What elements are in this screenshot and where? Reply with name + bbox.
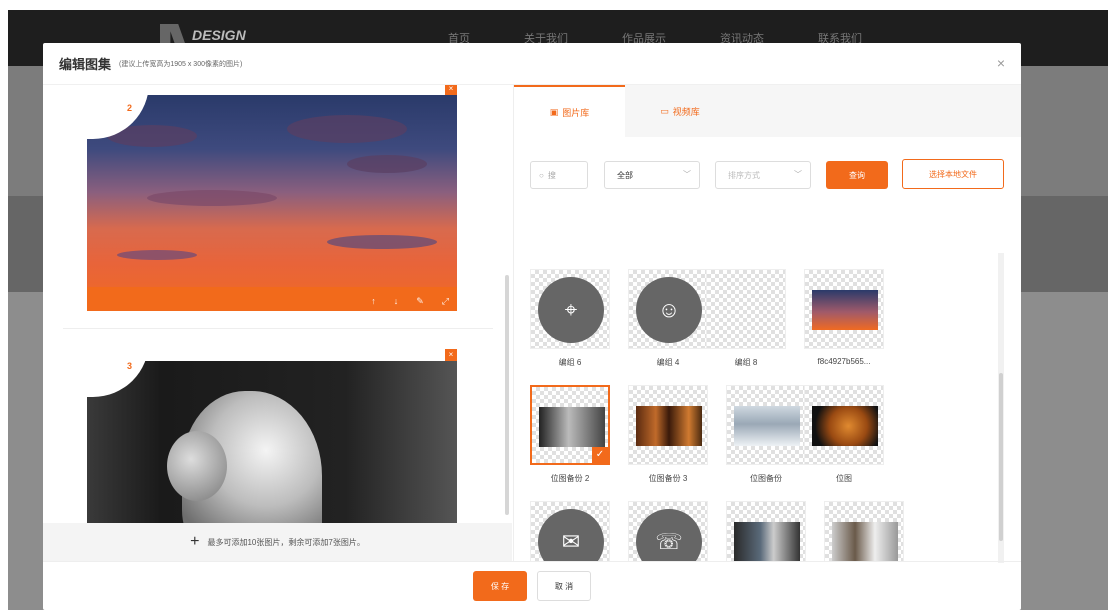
plus-icon[interactable]: +	[190, 533, 199, 551]
library-item[interactable]: ☺ 编组 4	[628, 269, 708, 369]
library-item[interactable]: f8c4927b565...	[804, 269, 884, 369]
library-item[interactable]: 编组 8	[706, 269, 786, 369]
image-tools: ↑ ↓ ✎ ⤢	[371, 296, 449, 307]
library-controls: ○ 搜 全部 ﹀ 排序方式 ﹀ 查询 选择本地文件	[530, 159, 1010, 189]
photo-thumbnail	[734, 406, 800, 446]
modal-header: 编辑图集 (建议上传宽高为1905 x 300像素的图片) ×	[43, 43, 1021, 85]
statue-hair-shape	[167, 431, 227, 501]
library-item[interactable]: 位图备份	[726, 385, 806, 485]
tab-image-library[interactable]: ▣ 图片库	[514, 85, 625, 137]
choose-local-file-button[interactable]: 选择本地文件	[902, 159, 1004, 189]
tab-video-library[interactable]: ▭ 视频库	[630, 85, 730, 137]
query-button[interactable]: 查询	[826, 161, 888, 189]
chevron-down-icon: ﹀	[794, 170, 802, 179]
library-item[interactable]: 位图	[804, 385, 884, 485]
add-image-tip: 最多可添加10张图片，剩余可添加7张图片。	[207, 537, 365, 547]
chevron-down-icon: ﹀	[683, 170, 691, 179]
move-up-icon[interactable]: ↑	[371, 296, 376, 307]
remove-image-icon[interactable]: ×	[445, 349, 457, 361]
move-down-icon[interactable]: ↓	[394, 296, 399, 307]
left-scrollbar[interactable]	[505, 275, 509, 515]
modal-footer: 保 存 取 消	[43, 561, 1021, 610]
library-grid: ⌖ 编组 6 ☺ 编组 4 编组 8 f8c4927b565... ✓ 位图备份…	[528, 269, 988, 561]
scrollbar-thumb[interactable]	[999, 373, 1003, 541]
video-icon: ▭	[660, 105, 669, 116]
logo-text: DESIGN	[192, 27, 246, 43]
expand-icon[interactable]: ⤢	[442, 296, 449, 307]
add-image-bar[interactable]: + 最多可添加10张图片，剩余可添加7张图片。	[43, 523, 512, 561]
blank-thumbnail	[714, 290, 780, 330]
edit-gallery-modal: 编辑图集 (建议上传宽高为1905 x 300像素的图片) × 2 ↑ ↓ ✎ …	[43, 43, 1021, 610]
photo-thumbnail	[734, 522, 800, 561]
wechat-icon: ☺	[636, 277, 702, 343]
media-library-panel: ▣ 图片库 ▭ 视频库 ○ 搜 全部 ﹀ 排序方式 ﹀ 查询 选择本地文件 ⌖ …	[513, 85, 1021, 563]
library-item[interactable]	[824, 501, 904, 561]
location-pin-icon: ⌖	[538, 277, 604, 343]
sort-select[interactable]: 排序方式 ﹀	[715, 161, 811, 189]
gallery-editor-panel: 2 ↑ ↓ ✎ ⤢ × 3 ×	[43, 85, 512, 561]
photo-thumbnail	[539, 407, 605, 447]
library-item[interactable]: ✉	[530, 501, 610, 561]
cancel-button[interactable]: 取 消	[537, 571, 591, 601]
library-item-selected[interactable]: ✓ 位图备份 2	[530, 385, 610, 485]
image-icon: ▣	[549, 106, 559, 117]
search-input[interactable]: ○ 搜	[530, 161, 588, 189]
library-item[interactable]: 位图备份 3	[628, 385, 708, 485]
gallery-image-card: 2 ↑ ↓ ✎ ⤢ ×	[63, 85, 493, 329]
library-item[interactable]: ☏	[628, 501, 708, 561]
save-button[interactable]: 保 存	[473, 571, 527, 601]
mail-icon: ✉	[538, 509, 604, 561]
modal-title: 编辑图集	[59, 57, 112, 72]
photo-thumbnail	[636, 406, 702, 446]
photo-thumbnail	[832, 522, 898, 561]
library-item[interactable]: ⌖ 编组 6	[530, 269, 610, 369]
photo-thumbnail	[812, 406, 878, 446]
search-icon: ○	[539, 170, 544, 180]
library-item[interactable]	[726, 501, 806, 561]
photo-thumbnail	[812, 290, 878, 330]
gallery-image: ↑ ↓ ✎ ⤢	[87, 95, 457, 311]
edit-icon[interactable]: ✎	[416, 296, 424, 307]
modal-subtitle: (建议上传宽高为1905 x 300像素的图片)	[119, 60, 243, 68]
remove-image-icon[interactable]: ×	[445, 85, 457, 95]
close-icon[interactable]: ×	[997, 55, 1005, 71]
phone-icon: ☏	[636, 509, 702, 561]
library-scrollbar[interactable]	[998, 253, 1004, 563]
category-select[interactable]: 全部 ﹀	[604, 161, 700, 189]
checkmark-icon: ✓	[592, 447, 608, 463]
library-tabs: ▣ 图片库 ▭ 视频库	[514, 85, 1021, 137]
